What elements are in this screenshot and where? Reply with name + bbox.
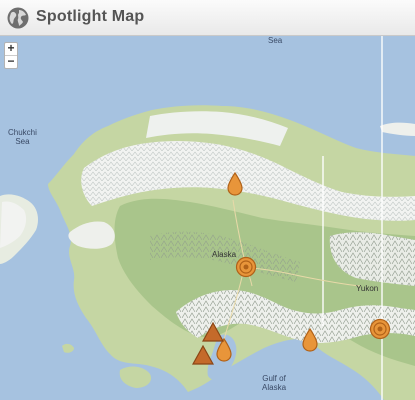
zoom-control: + − (4, 42, 18, 69)
yukon-label: Yukon (356, 284, 379, 293)
target-marker-icon[interactable] (369, 318, 391, 340)
globe-icon (7, 7, 29, 29)
gulf-label-line1: Gulf of (262, 374, 286, 383)
alaska-label: Alaska (212, 250, 237, 259)
title-bar: Spotlight Map (0, 0, 415, 36)
drop-marker-icon[interactable] (301, 328, 319, 352)
triangle-marker-icon[interactable] (192, 345, 214, 365)
chukchi-label-line1: Chukchi (8, 128, 37, 137)
gulf-label-line2: Alaska (262, 383, 287, 392)
map-view[interactable]: Sea Chukchi Sea Alaska Yukon Gulf of Ala… (0, 36, 415, 400)
drop-marker-icon[interactable] (226, 172, 244, 196)
page-title: Spotlight Map (36, 8, 145, 25)
target-marker-icon[interactable] (235, 256, 257, 278)
sea-label: Sea (268, 36, 283, 45)
spotlight-map-widget: Spotlight Map Sea Chukchi Sea Alaska Yuk… (0, 0, 415, 400)
chukchi-label-line2: Sea (15, 137, 30, 146)
chukchi-sea-label: Chukchi Sea (8, 128, 37, 146)
gulf-of-alaska-label: Gulf of Alaska (262, 374, 286, 392)
zoom-out-button[interactable]: − (5, 55, 17, 68)
triangle-marker-icon[interactable] (202, 322, 224, 342)
